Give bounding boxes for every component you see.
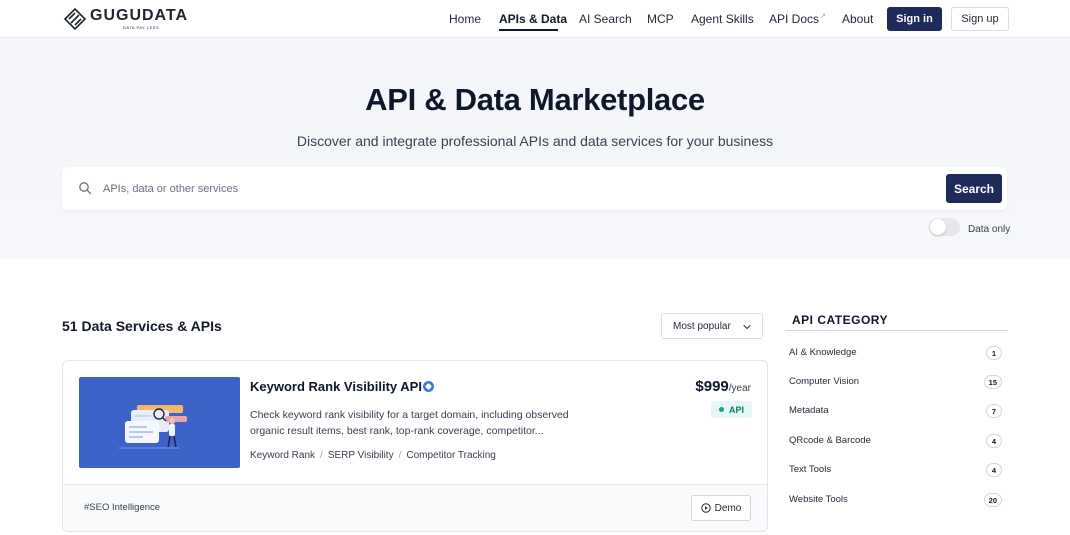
brand-name: GUGUDATA: [90, 7, 189, 24]
verified-icon: [423, 381, 434, 392]
brand-logo[interactable]: GUGUDATA DATA PAY LESS: [62, 6, 187, 32]
service-description: Check keyword rank visibility for a targ…: [250, 409, 569, 437]
category-title: API CATEGORY: [792, 313, 889, 327]
category-label: Website Tools: [789, 494, 848, 505]
tag-item[interactable]: Keyword Rank: [250, 450, 315, 461]
category-item-text-tools[interactable]: Text Tools 4: [785, 460, 1008, 480]
sign-in-button[interactable]: Sign in: [887, 7, 942, 31]
sort-selected-value: Most popular: [673, 321, 731, 332]
sort-dropdown[interactable]: Most popular: [661, 313, 763, 339]
search-bar: Search: [62, 167, 1007, 210]
search-button[interactable]: Search: [946, 174, 1002, 203]
nav-agent-skills[interactable]: Agent Skills: [691, 12, 754, 26]
type-badge-label: API: [728, 404, 744, 415]
category-count: 1: [986, 346, 1002, 360]
brand-tagline: DATA PAY LESS: [123, 25, 160, 30]
category-item-metadata[interactable]: Metadata 7: [785, 401, 1008, 421]
nav-apis-data[interactable]: APIs & Data: [499, 12, 567, 26]
category-label: Text Tools: [789, 464, 832, 475]
toggle-knob: [930, 219, 946, 235]
service-title[interactable]: Keyword Rank Visibility API: [250, 379, 422, 394]
chevron-down-icon: [743, 324, 751, 330]
nav-about[interactable]: About: [842, 12, 873, 26]
service-card[interactable]: Keyword Rank Visibility API $999/year AP…: [62, 360, 768, 532]
results-count: 51 Data Services & APIs: [62, 318, 222, 334]
search-input[interactable]: [103, 167, 933, 210]
category-count: 7: [986, 404, 1002, 418]
tag-item[interactable]: SERP Visibility: [328, 450, 394, 461]
nav-ai-search[interactable]: AI Search: [579, 12, 632, 26]
category-count: 20: [983, 493, 1002, 507]
category-count: 15: [983, 375, 1002, 389]
nav-api-docs-label: API Docs: [769, 12, 820, 26]
hero-section: API & Data Marketplace Discover and inte…: [0, 38, 1070, 259]
nav-active-indicator: [499, 29, 558, 31]
data-only-label: Data only: [968, 224, 1011, 235]
price-unit: /year: [728, 383, 751, 394]
tag-item[interactable]: Competitor Tracking: [406, 450, 495, 461]
category-count: 4: [986, 463, 1002, 477]
search-icon: [79, 182, 92, 195]
category-label: Metadata: [789, 405, 829, 416]
tag-separator: /: [398, 450, 402, 461]
service-price: $999/year: [695, 378, 751, 395]
demo-button[interactable]: Demo: [691, 495, 751, 521]
tag-separator: /: [320, 450, 323, 461]
type-badge: API: [711, 401, 752, 418]
price-amount: $999: [695, 378, 729, 395]
data-only-toggle[interactable]: [929, 218, 960, 236]
category-label: Computer Vision: [789, 376, 860, 387]
top-navbar: GUGUDATA DATA PAY LESS Home APIs & Data …: [0, 0, 1070, 38]
category-item-website-tools[interactable]: Website Tools 20: [785, 490, 1008, 510]
category-count: 4: [986, 434, 1002, 448]
category-divider: [785, 330, 1008, 331]
rank-illustration-icon: [119, 405, 187, 449]
page-subtitle: Discover and integrate professional APIs…: [296, 133, 774, 149]
external-link-icon: ↗: [820, 13, 826, 20]
nav-home[interactable]: Home: [449, 12, 481, 26]
service-tags: Keyword Rank / SERP Visibility / Competitor …: [250, 450, 496, 461]
category-item-computer-vision[interactable]: Computer Vision 15: [785, 372, 1008, 392]
nav-api-docs[interactable]: API Docs↗: [769, 12, 826, 26]
category-label: QRcode & Barcode: [789, 435, 871, 446]
sign-up-button[interactable]: Sign up: [951, 7, 1009, 31]
logo-mark-icon: [63, 7, 87, 31]
category-item-qrcode-barcode[interactable]: QRcode & Barcode 4: [785, 431, 1008, 451]
play-icon: [700, 503, 711, 513]
badge-dot-icon: [718, 407, 724, 412]
page-title: API & Data Marketplace: [365, 82, 705, 117]
category-hashtag[interactable]: #SEO Intelligence: [84, 502, 160, 513]
service-thumbnail: [79, 377, 240, 468]
demo-button-label: Demo: [714, 502, 742, 514]
nav-mcp[interactable]: MCP: [647, 12, 674, 26]
category-item-ai-knowledge[interactable]: AI & Knowledge 1: [785, 343, 1008, 363]
category-label: AI & Knowledge: [789, 347, 857, 358]
card-footer: #SEO Intelligence Demo: [63, 484, 767, 531]
